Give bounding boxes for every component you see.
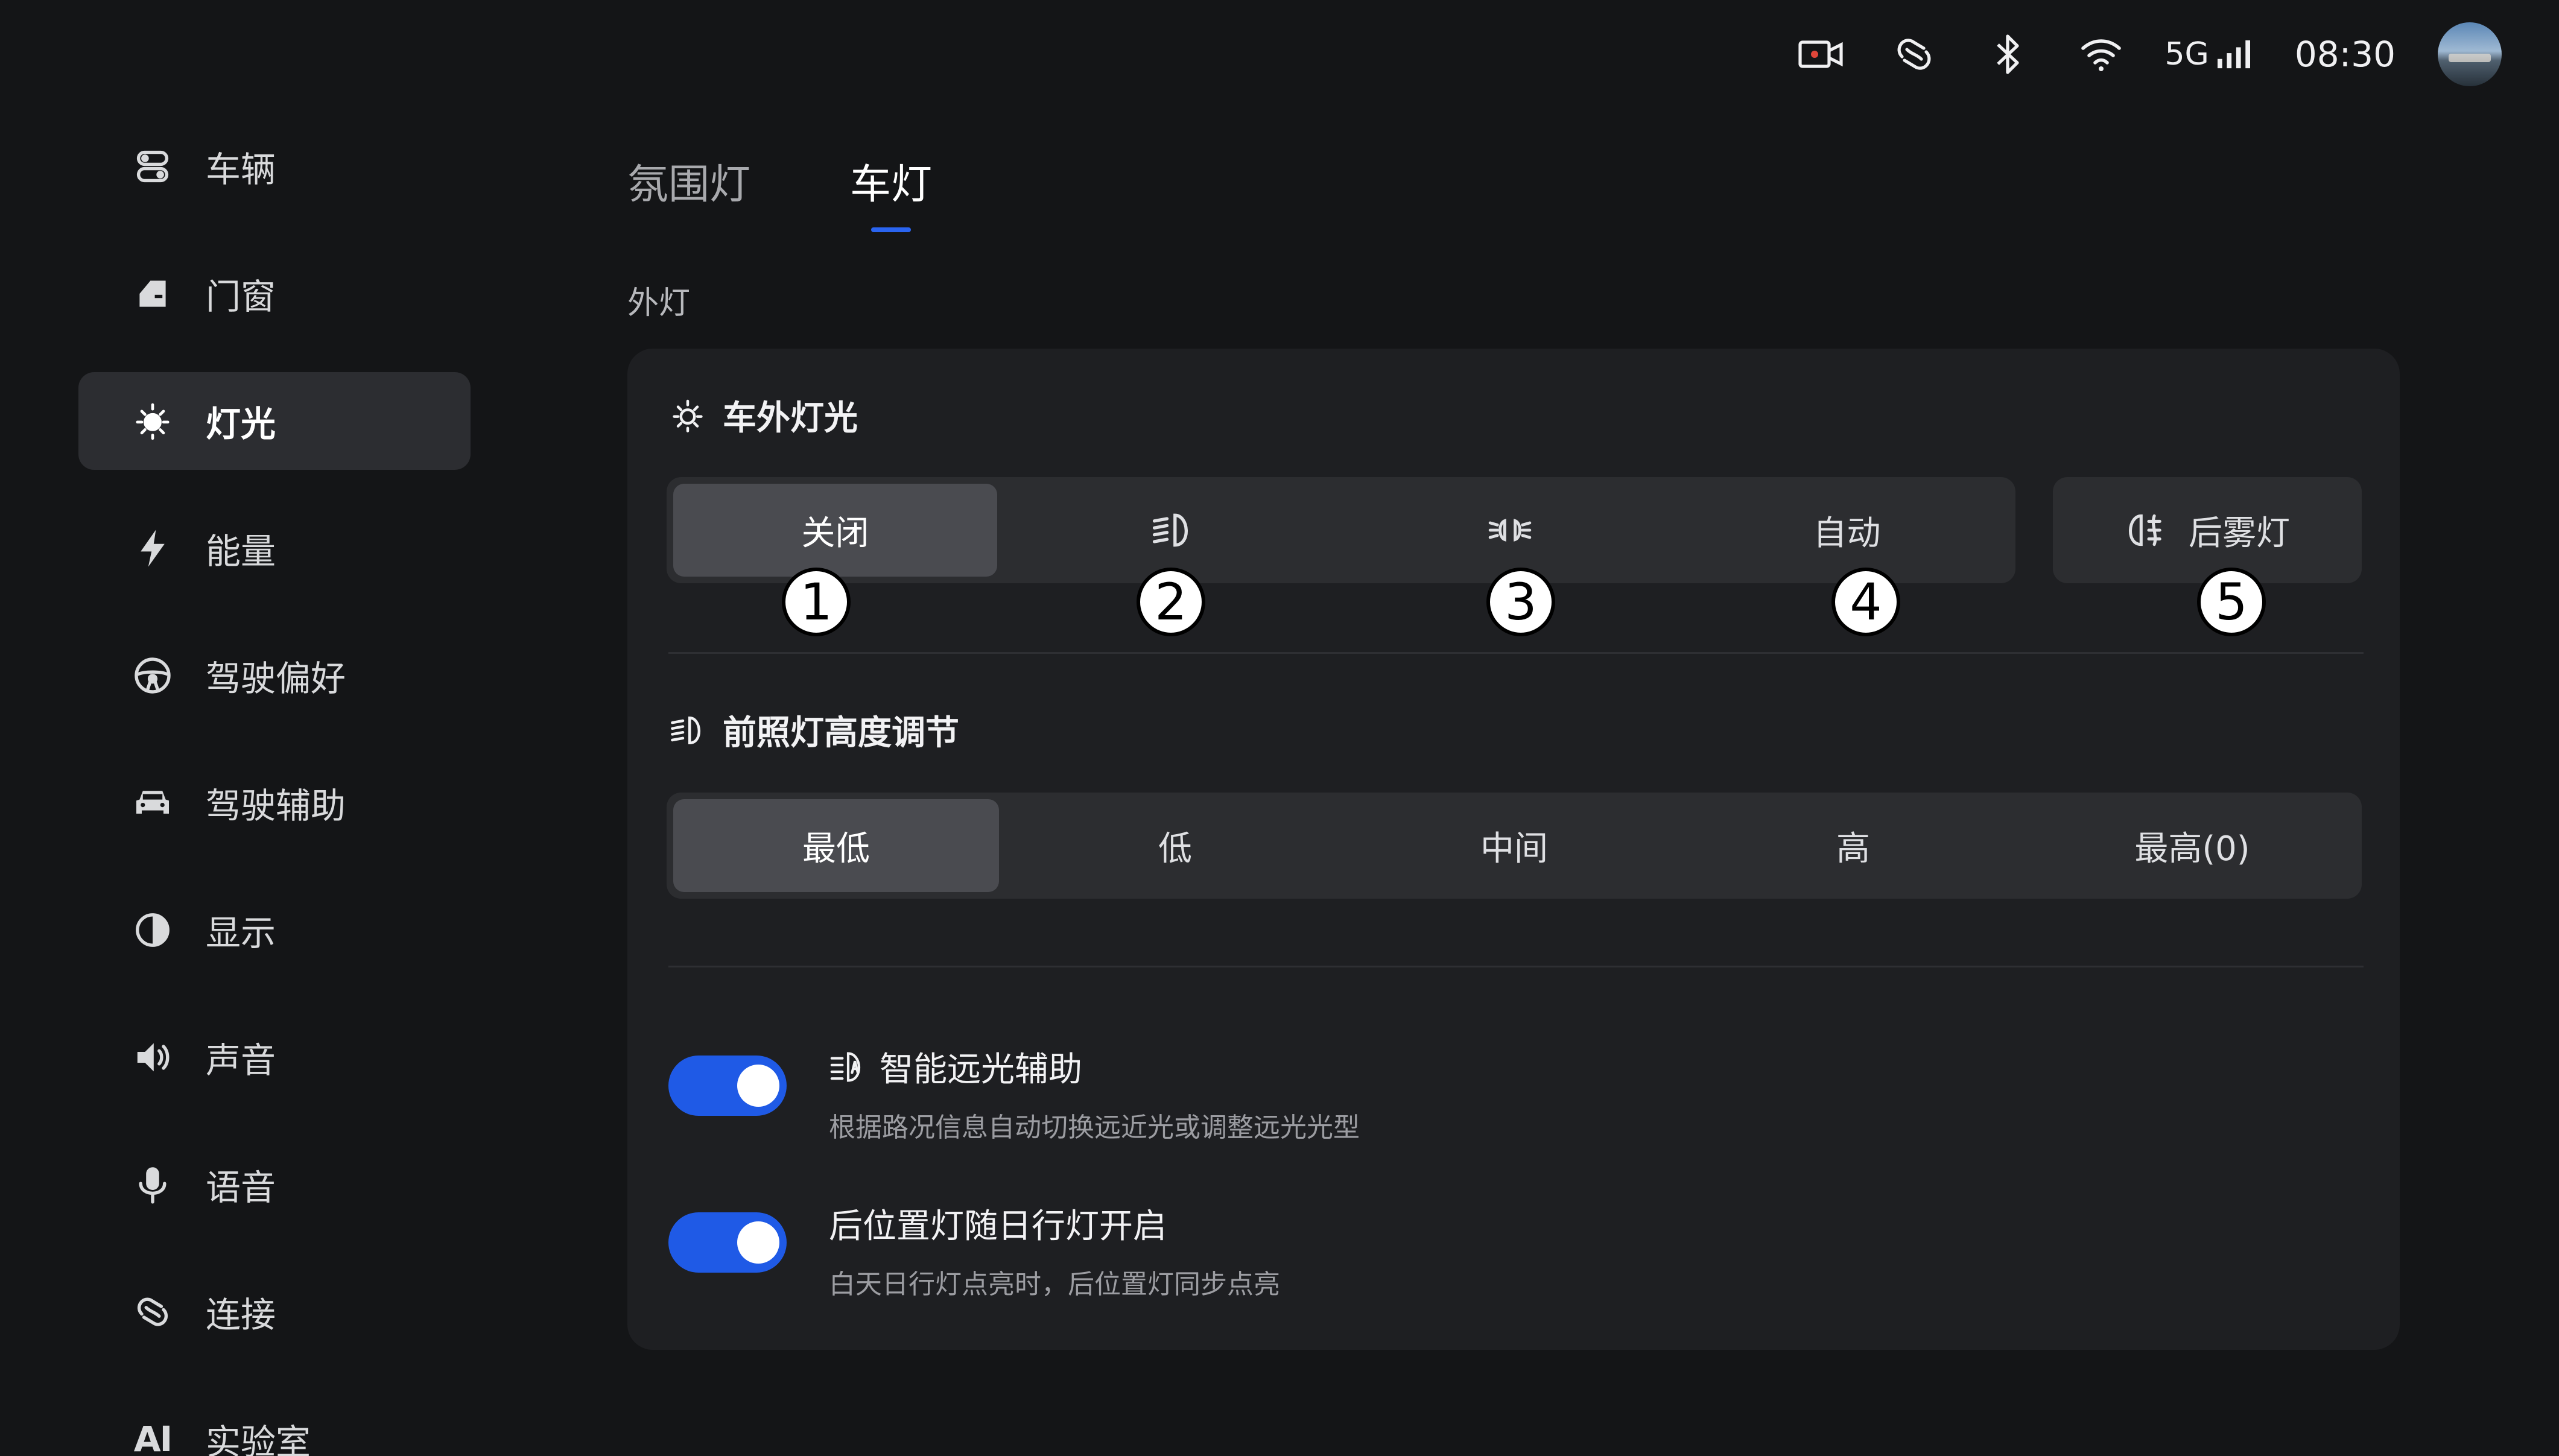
- annotation-badge-3: 3: [1486, 568, 1555, 636]
- annotation-badge-2: 2: [1137, 568, 1205, 636]
- light-icon: [130, 398, 176, 444]
- option-auto-button[interactable]: 自动: [1685, 484, 2009, 577]
- rear-fog-light-label: 后雾灯: [2189, 513, 2290, 553]
- rear-position-light-row: 后位置灯随日行灯开启 白天日行灯点亮时，后位置灯同步点亮: [668, 1199, 1280, 1301]
- smart-high-beam-toggle[interactable]: [668, 1056, 787, 1116]
- sidebar-item-driving-assist[interactable]: 驾驶辅助: [78, 754, 471, 852]
- sidebar-item-driving-preference[interactable]: 驾驶偏好: [78, 627, 471, 724]
- signal-icon: [2217, 40, 2250, 69]
- smart-high-beam-row: 智能远光辅助 根据路况信息自动切换远近光或调整远光光型: [668, 1042, 1360, 1144]
- height-low-button[interactable]: 低: [1012, 799, 1338, 892]
- car-icon: [130, 780, 176, 826]
- smart-high-beam-title: 智能远光辅助: [880, 1050, 1082, 1089]
- headlight-height-title: 前照灯高度调节: [723, 714, 959, 753]
- height-middle-button[interactable]: 中间: [1351, 799, 1677, 892]
- option-low-beam-button[interactable]: [1010, 484, 1334, 577]
- exterior-light-mode-selector: 关闭 自动: [667, 477, 2015, 583]
- sidebar-item-display[interactable]: 显示: [78, 881, 471, 979]
- height-lowest-button[interactable]: 最低: [673, 799, 999, 892]
- exterior-lights-title: 车外灯光: [723, 399, 858, 438]
- rear-fog-light-icon: [2129, 514, 2161, 546]
- rear-fog-light-button[interactable]: 后雾灯: [2053, 477, 2362, 583]
- auto-high-beam-icon: [830, 1052, 861, 1081]
- headlight-height-selector: 最低 低 中间 高 最高(0): [667, 793, 2362, 899]
- sidebar-item-connection[interactable]: 连接: [78, 1263, 471, 1361]
- sidebar-item-label: 声音: [206, 1040, 276, 1081]
- headlight-height-header: 前照灯高度调节: [668, 706, 959, 755]
- sidebar-item-doors-windows[interactable]: 门窗: [78, 245, 471, 343]
- bluetooth-icon[interactable]: [1974, 21, 2041, 87]
- sidebar-item-label: 驾驶偏好: [206, 658, 346, 699]
- position-light-icon: [1488, 519, 1531, 542]
- rear-position-light-subtitle: 白天日行灯点亮时，后位置灯同步点亮: [829, 1269, 1280, 1300]
- rear-position-light-title-row: 后位置灯随日行灯开启: [829, 1199, 1280, 1248]
- ai-icon: AI: [133, 1419, 173, 1456]
- sidebar-item-label: 车辆: [206, 149, 276, 190]
- dashcam-icon[interactable]: [1787, 21, 1854, 87]
- sidebar-item-label: 驾驶辅助: [206, 785, 346, 826]
- sidebar-item-label: 显示: [206, 913, 276, 954]
- sidebar-item-label: 灯光: [206, 404, 276, 445]
- network-label: 5G: [2164, 36, 2209, 72]
- divider: [668, 966, 2364, 967]
- contrast-icon: [130, 907, 176, 953]
- microphone-icon: [130, 1162, 176, 1208]
- status-bar: 5G 08:30: [1760, 0, 2559, 109]
- connect-icon: [130, 1289, 176, 1335]
- annotation-badge-1: 1: [782, 568, 851, 636]
- exterior-lights-header: 车外灯光: [668, 391, 858, 440]
- sidebar-item-sound[interactable]: 声音: [78, 1008, 471, 1106]
- sidebar-item-label: 连接: [206, 1294, 276, 1335]
- sidebar-item-label: 实验室: [206, 1422, 311, 1456]
- sidebar-item-lighting[interactable]: 灯光: [78, 372, 471, 470]
- smart-high-beam-text: 智能远光辅助 根据路况信息自动切换远近光或调整远光光型: [829, 1042, 1360, 1144]
- rear-position-light-toggle[interactable]: [668, 1212, 787, 1273]
- tab-car-lights[interactable]: 车灯: [850, 151, 932, 229]
- sun-icon: [673, 399, 703, 432]
- divider: [668, 652, 2364, 654]
- sidebar-item-energy[interactable]: 能量: [78, 499, 471, 597]
- connect-icon[interactable]: [1881, 21, 1947, 87]
- sidebar-item-label: 门窗: [206, 276, 276, 317]
- clock: 08:30: [2294, 34, 2396, 75]
- smart-high-beam-title-row: 智能远光辅助: [829, 1042, 1360, 1091]
- door-icon: [130, 271, 176, 317]
- rear-position-light-title: 后位置灯随日行灯开启: [829, 1207, 1167, 1246]
- option-position-light-button[interactable]: [1348, 484, 1672, 577]
- speaker-icon: [130, 1034, 176, 1080]
- sidebar-item-label: 语音: [206, 1167, 276, 1208]
- avatar[interactable]: [2438, 22, 2502, 86]
- sidebar-item-vehicle[interactable]: 车辆: [78, 118, 471, 215]
- smart-high-beam-subtitle: 根据路况信息自动切换远近光或调整远光光型: [829, 1112, 1360, 1143]
- sidebar-item-label: 能量: [206, 531, 276, 572]
- steering-wheel-icon: [130, 653, 176, 698]
- sidebar-item-lab[interactable]: AI 实验室: [78, 1390, 471, 1456]
- exterior-lights-card: 车外灯光 关闭 自动 后雾灯 1 2 3 4 5 前照灯高度调节 最低 低 中间…: [627, 349, 2400, 1350]
- wifi-icon[interactable]: [2068, 21, 2134, 87]
- height-highest-button[interactable]: 最高(0): [2029, 799, 2355, 892]
- section-label-exterior: 外灯: [627, 285, 691, 321]
- headlight-icon: [671, 716, 701, 744]
- height-high-button[interactable]: 高: [1690, 799, 2016, 892]
- option-off-button[interactable]: 关闭: [673, 484, 997, 577]
- tab-ambient-light[interactable]: 氛围灯: [627, 151, 750, 229]
- network-indicator: 5G: [2164, 36, 2252, 72]
- low-beam-icon: [1152, 513, 1188, 547]
- annotation-badge-5: 5: [2197, 568, 2266, 636]
- sidebar-item-voice[interactable]: 语音: [78, 1136, 471, 1233]
- bolt-icon: [130, 525, 176, 571]
- vehicle-icon: [130, 144, 176, 189]
- tab-bar: 氛围灯 车灯: [627, 151, 1032, 229]
- rear-position-light-text: 后位置灯随日行灯开启 白天日行灯点亮时，后位置灯同步点亮: [829, 1199, 1280, 1301]
- sidebar: 车辆 门窗 灯光 能量 驾驶偏好 驾驶辅助 显示 声音 语音 连接 AI 实验室: [78, 118, 471, 1456]
- annotation-badge-4: 4: [1831, 568, 1900, 636]
